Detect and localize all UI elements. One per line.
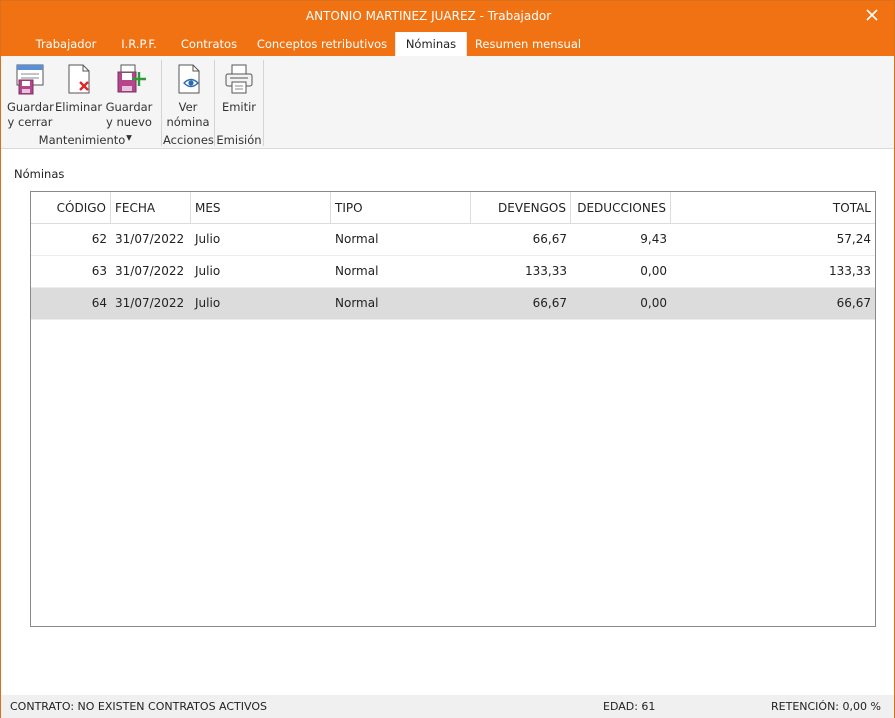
tab-contratos[interactable]: Contratos (173, 32, 245, 56)
close-button[interactable] (860, 4, 884, 26)
cell-deducciones: 0,00 (640, 296, 667, 310)
tab-nominas[interactable]: Nóminas (395, 32, 467, 56)
printer-icon (225, 64, 253, 94)
save-close-label-1: Guardar (7, 100, 54, 114)
cell-fecha: 31/07/2022 (115, 296, 185, 310)
emit-label: Emitir (221, 100, 257, 114)
save-close-label-2: y cerrar (7, 115, 53, 129)
view-payroll-label-2: nómina (166, 115, 210, 129)
ribbon: Guardar y cerrar Eliminar Guardar y nuev… (1, 56, 894, 149)
table-row[interactable]: 63 31/07/2022 Julio Normal 133,33 0,00 1… (31, 256, 875, 288)
group-separator (263, 60, 264, 146)
save-new-label-1: Guardar (105, 100, 153, 114)
grid-header: CÓDIGO FECHA MES TIPO DEVENGOS DEDUCCION… (31, 192, 875, 224)
cell-codigo: 63 (91, 264, 107, 278)
cell-total: 57,24 (836, 232, 871, 246)
save-new-icon (117, 64, 146, 93)
cell-codigo: 62 (91, 232, 107, 246)
close-icon (866, 9, 878, 21)
group-label-mantenimiento: Mantenimiento (38, 133, 126, 147)
status-retencion: RETENCIÓN: 0,00 % (771, 700, 881, 713)
group-label-acciones: Acciones (163, 133, 214, 147)
tab-trabajador[interactable]: Trabajador (26, 32, 106, 56)
group-separator (161, 60, 162, 146)
cell-codigo: 64 (91, 296, 107, 310)
tab-conceptos-retributivos[interactable]: Conceptos retributivos (253, 32, 391, 56)
view-payroll-label-1: Ver (178, 100, 198, 114)
title-bar: ANTONIO MARTINEZ JUAREZ - Trabajador (1, 1, 894, 32)
col-header-fecha[interactable]: FECHA (111, 192, 191, 223)
save-close-button[interactable]: Guardar y cerrar (7, 60, 54, 130)
cell-mes: Julio (195, 296, 221, 310)
delete-label: Eliminar (55, 100, 103, 114)
view-payroll-button[interactable]: Ver nómina (165, 60, 211, 130)
payroll-grid[interactable]: CÓDIGO FECHA MES TIPO DEVENGOS DEDUCCION… (30, 191, 876, 627)
cell-total: 66,67 (836, 296, 871, 310)
status-edad: EDAD: 61 (603, 700, 656, 713)
cell-devengos: 66,67 (532, 232, 567, 246)
group-label-emision: Emisión (216, 133, 262, 147)
cell-mes: Julio (195, 264, 221, 278)
delete-icon (68, 64, 90, 94)
cell-devengos: 66,67 (532, 296, 567, 310)
view-icon (178, 64, 200, 94)
col-header-devengos[interactable]: DEVENGOS (471, 192, 571, 223)
tab-resumen-mensual[interactable]: Resumen mensual (473, 32, 583, 56)
cell-fecha: 31/07/2022 (115, 264, 185, 278)
cell-fecha: 31/07/2022 (115, 232, 185, 246)
cell-devengos: 133,33 (525, 264, 567, 278)
worker-window: ANTONIO MARTINEZ JUAREZ - Trabajador Tra… (0, 0, 895, 718)
status-bar: CONTRATO: NO EXISTEN CONTRATOS ACTIVOS E… (1, 695, 894, 718)
col-header-mes[interactable]: MES (191, 192, 331, 223)
emit-button[interactable]: Emitir (217, 60, 261, 115)
col-header-codigo[interactable]: CÓDIGO (31, 192, 111, 223)
table-row-selected[interactable]: 64 31/07/2022 Julio Normal 66,67 0,00 66… (31, 288, 875, 320)
section-title: Nóminas (14, 167, 65, 181)
cell-mes: Julio (195, 232, 221, 246)
cell-tipo: Normal (335, 296, 379, 310)
cell-tipo: Normal (335, 232, 379, 246)
col-header-deducciones[interactable]: DEDUCCIONES (571, 192, 671, 223)
col-header-tipo[interactable]: TIPO (331, 192, 471, 223)
cell-total: 133,33 (829, 264, 871, 278)
cell-deducciones: 0,00 (640, 264, 667, 278)
cell-deducciones: 9,43 (640, 232, 667, 246)
cell-tipo: Normal (335, 264, 379, 278)
window-title: ANTONIO MARTINEZ JUAREZ - Trabajador (305, 9, 552, 23)
status-contrato: CONTRATO: NO EXISTEN CONTRATOS ACTIVOS (10, 700, 267, 713)
delete-button[interactable]: Eliminar (55, 60, 103, 115)
tab-bar: Trabajador I.R.P.F. Contratos Conceptos … (1, 32, 894, 56)
tab-irpf[interactable]: I.R.P.F. (111, 32, 167, 56)
col-header-total[interactable]: TOTAL (671, 192, 875, 223)
table-row[interactable]: 62 31/07/2022 Julio Normal 66,67 9,43 57… (31, 224, 875, 256)
save-close-icon (16, 64, 44, 95)
